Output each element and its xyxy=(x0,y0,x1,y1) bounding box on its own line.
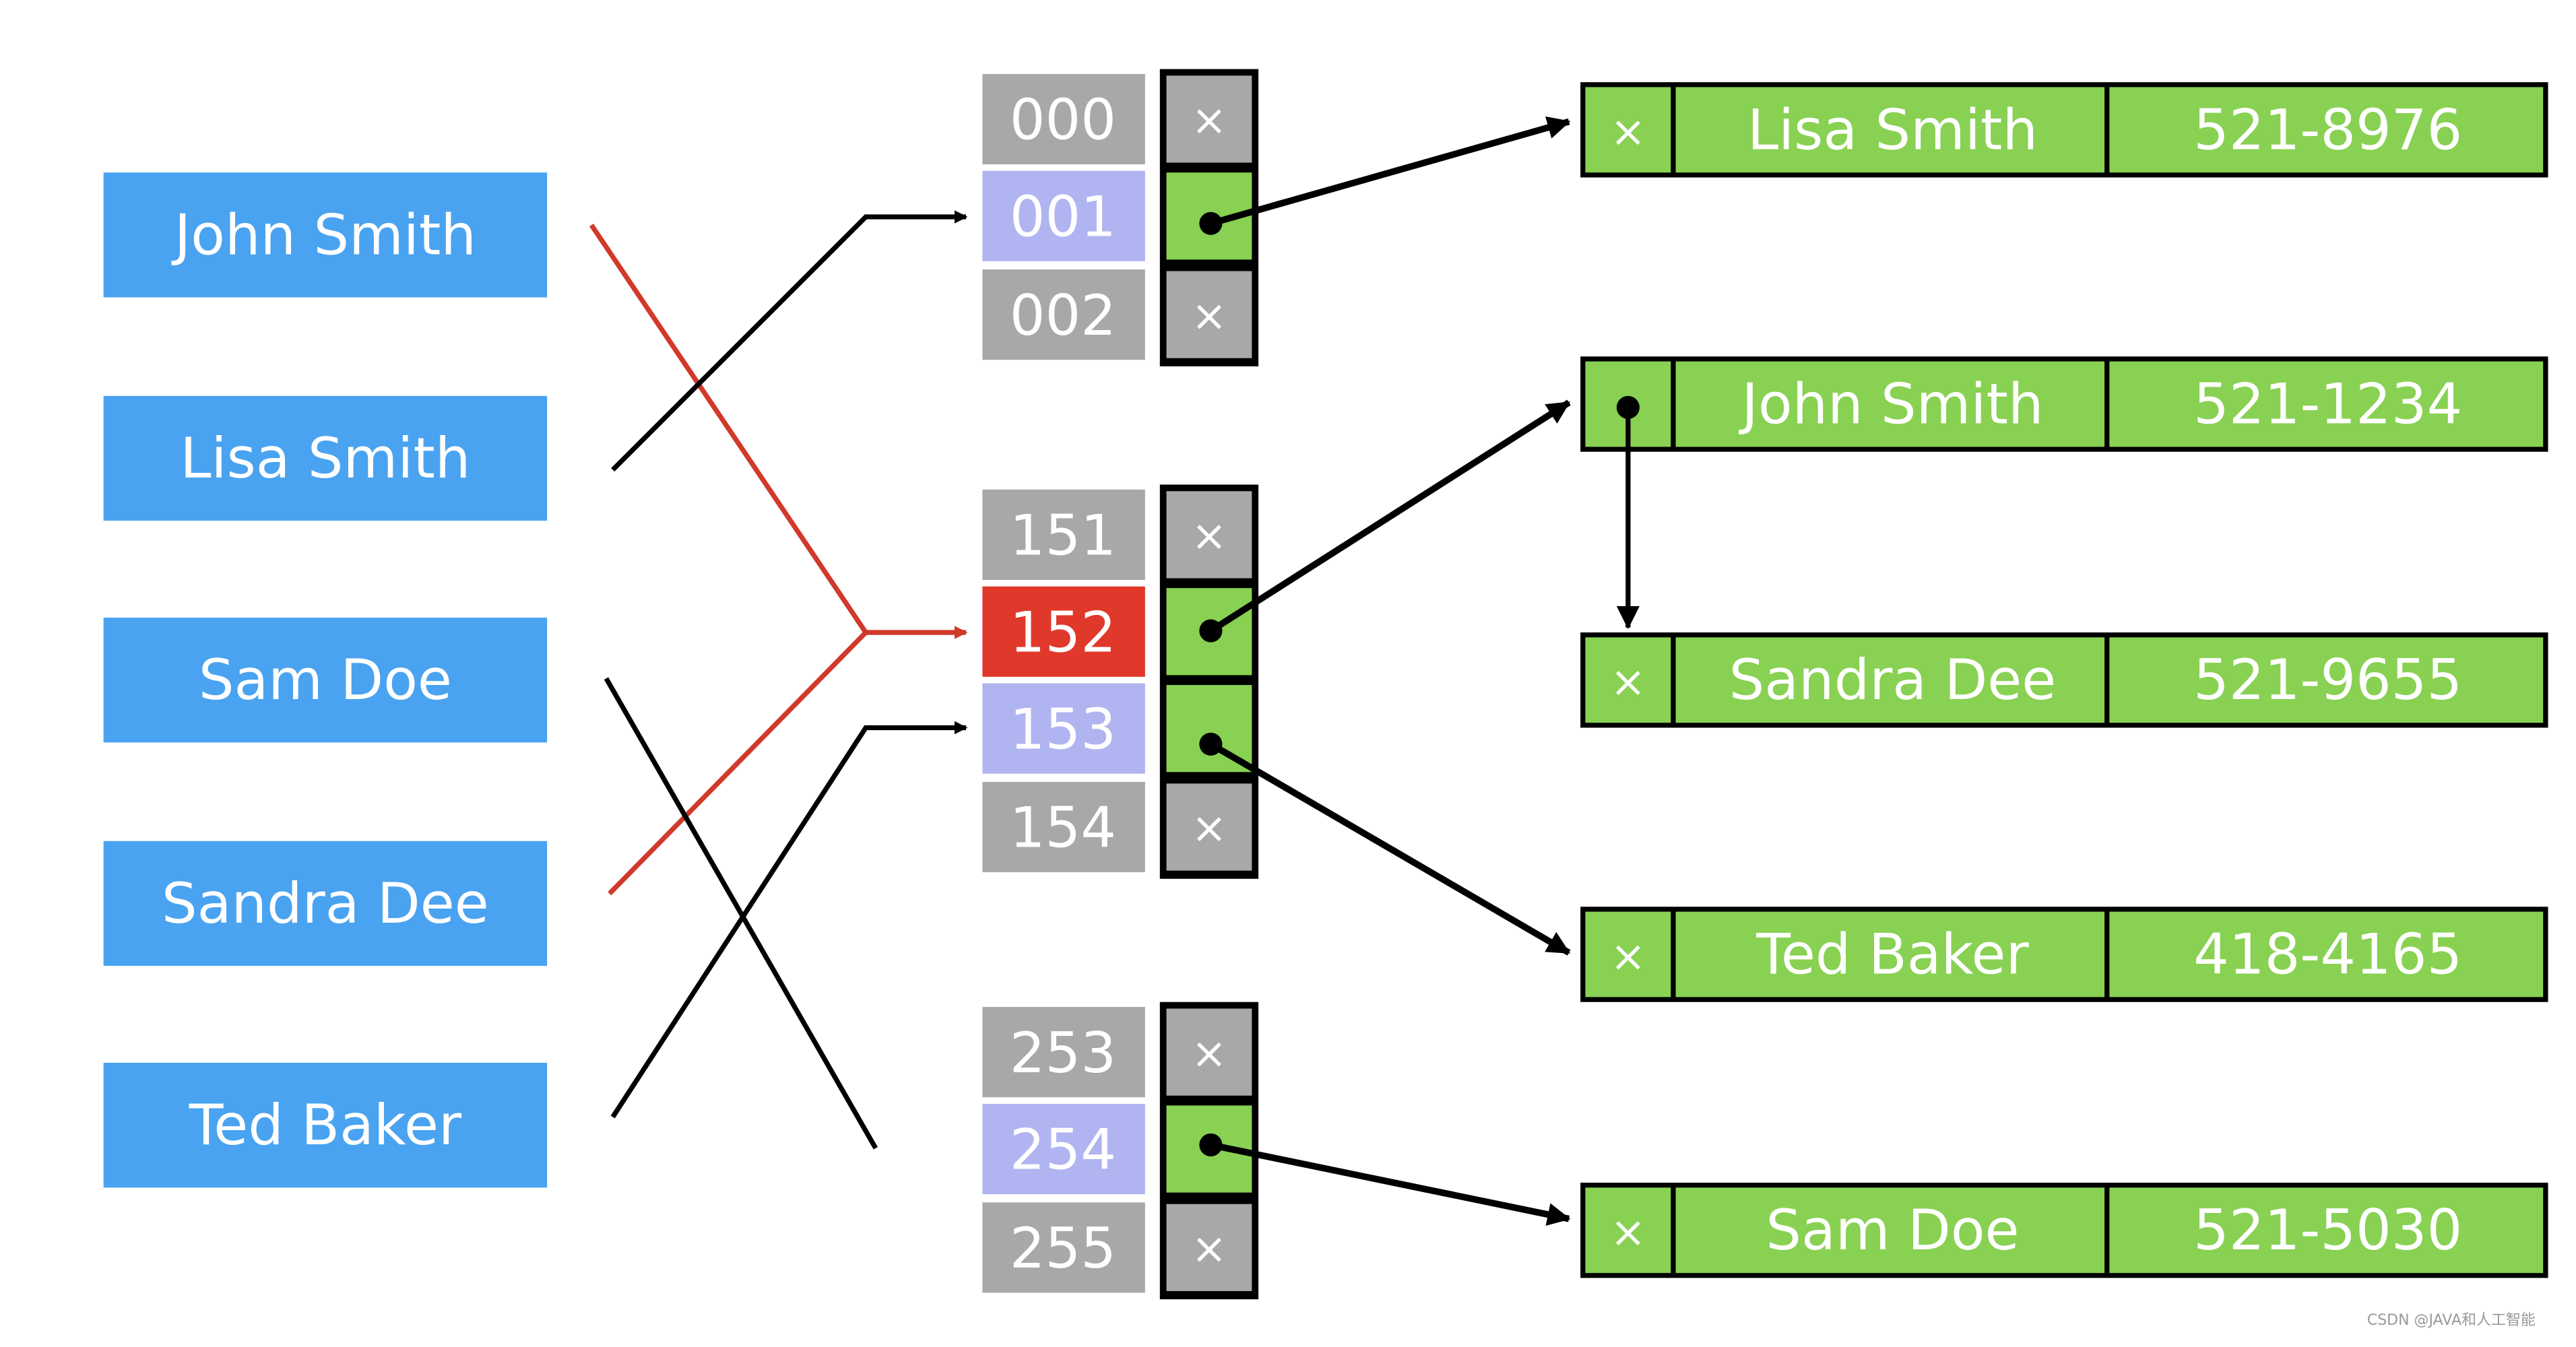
bucket-index: 152 xyxy=(1010,600,1116,665)
pointer-153-to-ted-baker xyxy=(1209,741,1571,956)
bucket-index: 153 xyxy=(1010,696,1116,762)
null-pointer-icon: × xyxy=(1191,95,1227,145)
hash-lines xyxy=(589,210,968,1150)
entry-ted-baker: × Ted Baker 418-4165 xyxy=(1580,907,2548,1002)
keys-column: John Smith Lisa Smith Sam Doe Sandra Dee… xyxy=(103,172,548,1188)
null-pointer-icon: × xyxy=(1191,1028,1227,1078)
entry-name: Ted Baker xyxy=(1756,922,2029,987)
bucket-index: 001 xyxy=(1010,185,1116,250)
bucket-index: 000 xyxy=(1010,88,1116,153)
entry-john-smith: John Smith 521-1234 xyxy=(1580,356,2548,452)
hash-line-lisa-smith xyxy=(611,210,968,472)
bucket-255: 255 × xyxy=(982,1202,1252,1293)
bucket-153: 153 xyxy=(982,683,1252,774)
bucket-index: 002 xyxy=(1010,283,1116,348)
bucket-002: 002 × xyxy=(982,269,1252,360)
svg-text:John Smith: John Smith xyxy=(171,202,476,267)
key-john-smith: John Smith xyxy=(103,172,548,298)
entries: × Lisa Smith 521-8976 John Smith 521-1234 × Sa… xyxy=(1580,82,2548,1278)
buckets: 000 × 001 002 × 151 × 152 153 154 × 253 × 254 255 × xyxy=(982,69,1259,1300)
entry-phone: 521-1234 xyxy=(2193,372,2462,437)
key-ted-baker: Ted Baker xyxy=(103,1062,548,1188)
null-pointer-icon: × xyxy=(1610,106,1646,156)
bucket-index: 253 xyxy=(1010,1020,1116,1086)
hash-line-sam-doe xyxy=(604,677,878,1150)
pointer-152-to-john-smith xyxy=(1209,399,1571,634)
entry-phone: 521-8976 xyxy=(2193,97,2462,162)
pointer-dot xyxy=(1616,395,1640,419)
pointer-dot xyxy=(1199,211,1223,235)
key-lisa-smith: Lisa Smith xyxy=(103,395,548,521)
entry-sandra-dee: × Sandra Dee 521-9655 xyxy=(1580,632,2548,728)
entry-phone: 418-4165 xyxy=(2193,922,2462,987)
bucket-index: 255 xyxy=(1010,1216,1116,1281)
entry-name: John Smith xyxy=(1738,372,2043,437)
entry-name: Sam Doe xyxy=(1766,1197,2019,1263)
null-pointer-icon: × xyxy=(1610,657,1646,707)
pointer-001-to-lisa-smith xyxy=(1210,116,1571,227)
null-pointer-icon: × xyxy=(1191,511,1227,560)
null-pointer-icon: × xyxy=(1610,1207,1646,1257)
pointer-dot xyxy=(1199,732,1223,756)
svg-text:Sandra Dee: Sandra Dee xyxy=(162,871,489,936)
pointer-254-to-sam-doe xyxy=(1210,1142,1571,1226)
hash-table-diagram: John Smith Lisa Smith Sam Doe Sandra Dee… xyxy=(103,69,2548,1300)
entry-name: Sandra Dee xyxy=(1729,647,2057,713)
pointer-dot xyxy=(1199,619,1223,643)
watermark: CSDN @JAVA和人工智能 xyxy=(2366,1312,2536,1329)
null-pointer-icon: × xyxy=(1191,290,1227,340)
entry-lisa-smith: × Lisa Smith 521-8976 xyxy=(1580,82,2548,178)
entry-phone: 521-9655 xyxy=(2193,647,2462,713)
null-pointer-icon: × xyxy=(1191,803,1227,853)
bucket-000: 000 × xyxy=(982,73,1252,164)
pointer-dot xyxy=(1199,1133,1223,1156)
key-sandra-dee: Sandra Dee xyxy=(103,841,548,966)
svg-text:Sam Doe: Sam Doe xyxy=(199,647,452,713)
svg-text:Ted Baker: Ted Baker xyxy=(189,1092,462,1158)
bucket-index: 154 xyxy=(1010,795,1116,861)
null-pointer-icon: × xyxy=(1191,1224,1227,1274)
bucket-index: 254 xyxy=(1010,1117,1116,1183)
bucket-154: 154 × xyxy=(982,781,1252,873)
hash-line-sandra-dee xyxy=(608,630,868,896)
bucket-index: 151 xyxy=(1010,503,1116,568)
pointer-arrows xyxy=(1199,116,1640,1226)
entry-sam-doe: × Sam Doe 521-5030 xyxy=(1580,1183,2548,1278)
bucket-253: 253 × xyxy=(982,1007,1252,1098)
entry-phone: 521-5030 xyxy=(2193,1197,2462,1263)
bucket-151: 151 × xyxy=(982,489,1252,580)
svg-text:Lisa Smith: Lisa Smith xyxy=(180,426,470,491)
key-sam-doe: Sam Doe xyxy=(103,618,548,743)
entry-name: Lisa Smith xyxy=(1747,97,2038,162)
hash-line-john-smith xyxy=(589,224,968,639)
null-pointer-icon: × xyxy=(1610,931,1646,981)
